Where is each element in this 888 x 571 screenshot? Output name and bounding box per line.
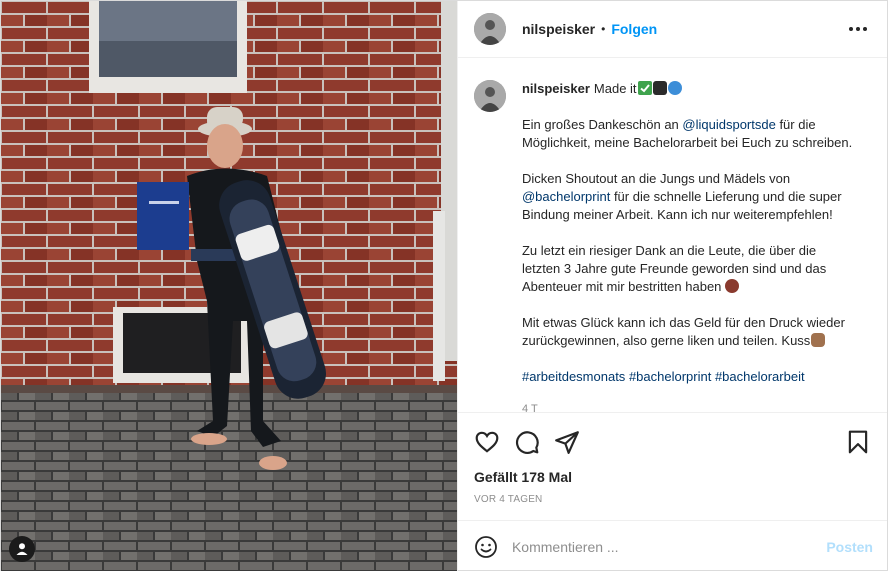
action-bar	[458, 413, 887, 465]
post-photo[interactable]	[1, 1, 457, 571]
heart-icon[interactable]	[474, 429, 500, 455]
check-mark-button-emoji	[637, 81, 652, 95]
caption-line: Zu letzt ein riesiger Dank an die Leute,…	[521, 243, 827, 294]
hashtag-link[interactable]: #arbeitdesmonats	[522, 369, 625, 384]
hashtag-link[interactable]: #bachelorprint	[629, 369, 711, 384]
post-modal: nilspeisker • Folgen nilspeiskerMade it	[0, 0, 888, 571]
muscle-emoji	[725, 279, 740, 293]
likes-count[interactable]: Gefällt 178 Mal	[458, 465, 887, 485]
comment-timestamp: 4 T	[521, 403, 538, 412]
hashtag-link[interactable]: #bachelorarbeit	[715, 369, 805, 384]
more-icon	[849, 27, 853, 31]
comment-input[interactable]	[511, 538, 827, 555]
follow-button[interactable]: Folgen	[611, 21, 657, 37]
share-icon[interactable]	[554, 429, 580, 455]
graduate-emoji	[652, 81, 667, 95]
user-tag-button[interactable]	[9, 536, 35, 562]
separator-dot: •	[601, 22, 606, 36]
caption-area[interactable]: nilspeisker Made it Ein großes Dankeschön…	[458, 58, 887, 412]
header-username[interactable]: nilspeisker	[522, 21, 595, 37]
wave-emoji	[667, 81, 682, 95]
caption-username[interactable]: nilspeisker	[522, 81, 590, 96]
bookmark-icon[interactable]	[845, 429, 871, 455]
comment-icon[interactable]	[514, 429, 540, 455]
mention-link[interactable]: @bachelorprint	[522, 189, 610, 204]
post-date[interactable]: VOR 4 TAGEN	[458, 485, 887, 505]
caption-line: Mit etwas Glück kann ich das Geld für de…	[521, 315, 845, 348]
avatar-image	[473, 80, 506, 112]
comment-box: Posten	[457, 520, 887, 571]
mention-link[interactable]: @liquidsportsde	[682, 117, 775, 132]
user-tag-icon	[16, 543, 28, 555]
rock-hand-emoji	[811, 333, 826, 347]
caption-text: nilspeisker Made it Ein großes Dankeschön…	[522, 80, 858, 412]
actions-area: Gefällt 178 Mal VOR 4 TAGEN	[457, 412, 887, 505]
post-comment-button[interactable]: Posten	[826, 539, 873, 555]
post-sidebar: nilspeisker • Folgen nilspeiskerMade it	[456, 1, 887, 571]
avatar[interactable]	[473, 13, 506, 45]
emoji-smiley-icon[interactable]	[474, 535, 498, 559]
post-image	[1, 1, 457, 571]
post-header: nilspeisker • Folgen	[457, 1, 887, 58]
caption-intro: Made it	[593, 81, 637, 96]
avatar-image	[473, 13, 506, 45]
more-options-button[interactable]	[845, 23, 871, 35]
caption-avatar[interactable]	[473, 80, 506, 112]
